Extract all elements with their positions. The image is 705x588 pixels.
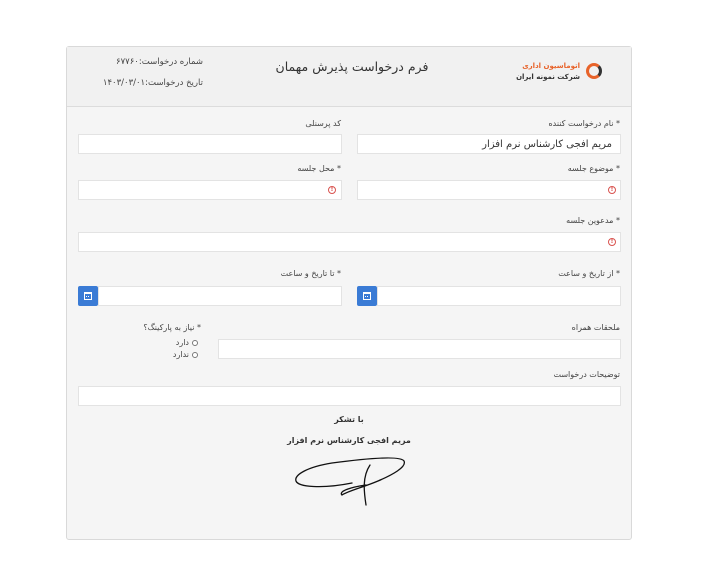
calendar-icon [363, 292, 371, 300]
logo-text-line2: شرکت نمونه ایران [516, 73, 580, 81]
invitees-input[interactable] [78, 232, 621, 252]
meeting-location-label: محل جلسه * [297, 164, 341, 173]
from-datetime-input[interactable] [377, 286, 621, 306]
parking-label: نیاز به پارکینگ؟ * [143, 323, 201, 332]
radio-yes[interactable] [192, 340, 198, 346]
from-calendar-button[interactable] [357, 286, 377, 306]
to-datetime-label: تا تاریخ و ساعت * [280, 269, 341, 278]
page-title: فرم درخواست پذیرش مهمان [275, 59, 429, 74]
parking-option-no[interactable]: ندارد [173, 350, 189, 359]
requester-label: نام درخواست کننده * [548, 119, 620, 128]
meeting-subject-label: موضوع جلسه * [567, 164, 620, 173]
company-logo: اتوماسیون اداری شرکت نمونه ایران [516, 61, 602, 87]
parking-option-label: دارد [175, 338, 189, 347]
request-date: تاریخ درخواست:۱۴۰۳/۰۳/۰۱ [102, 78, 203, 88]
meeting-subject-input[interactable] [357, 180, 621, 200]
attachments-label: ملحقات همراه [571, 323, 620, 332]
description-label: توضیحات درخواست [553, 370, 620, 379]
invitees-label: مدعوین جلسه * [566, 216, 620, 225]
logo-text-line1: اتوماسیون اداری [522, 62, 580, 70]
meeting-location-input[interactable] [78, 180, 342, 200]
radio-no[interactable] [192, 352, 198, 358]
from-datetime-label: از تاریخ و ساعت * [558, 269, 620, 278]
logo-icon [586, 63, 602, 79]
calendar-icon [84, 292, 92, 300]
personnel-code-label: کد پرسنلی [305, 119, 341, 128]
error-icon: ! [608, 238, 616, 246]
description-input[interactable] [78, 386, 621, 406]
signature-image [295, 457, 405, 506]
personnel-code-input[interactable] [78, 134, 342, 154]
attachments-input[interactable] [218, 339, 621, 359]
form-header: شماره درخواست:۶۷۷۶۰ تاریخ درخواست:۱۴۰۳/۰… [67, 47, 631, 107]
request-number: شماره درخواست:۶۷۷۶۰ [116, 57, 203, 67]
error-icon: ! [608, 186, 616, 194]
form-card: شماره درخواست:۶۷۷۶۰ تاریخ درخواست:۱۴۰۳/۰… [66, 46, 632, 540]
parking-option-yes[interactable]: دارد [176, 338, 189, 347]
to-calendar-button[interactable] [78, 286, 98, 306]
parking-option-label: ندارد [172, 350, 189, 359]
signer-name: مریم افجی کارشناس نرم افزار [287, 436, 411, 445]
error-icon: ! [328, 186, 336, 194]
to-datetime-input[interactable] [98, 286, 342, 306]
requester-input[interactable] [357, 134, 621, 154]
thanks-text: با تشکر [334, 415, 364, 424]
